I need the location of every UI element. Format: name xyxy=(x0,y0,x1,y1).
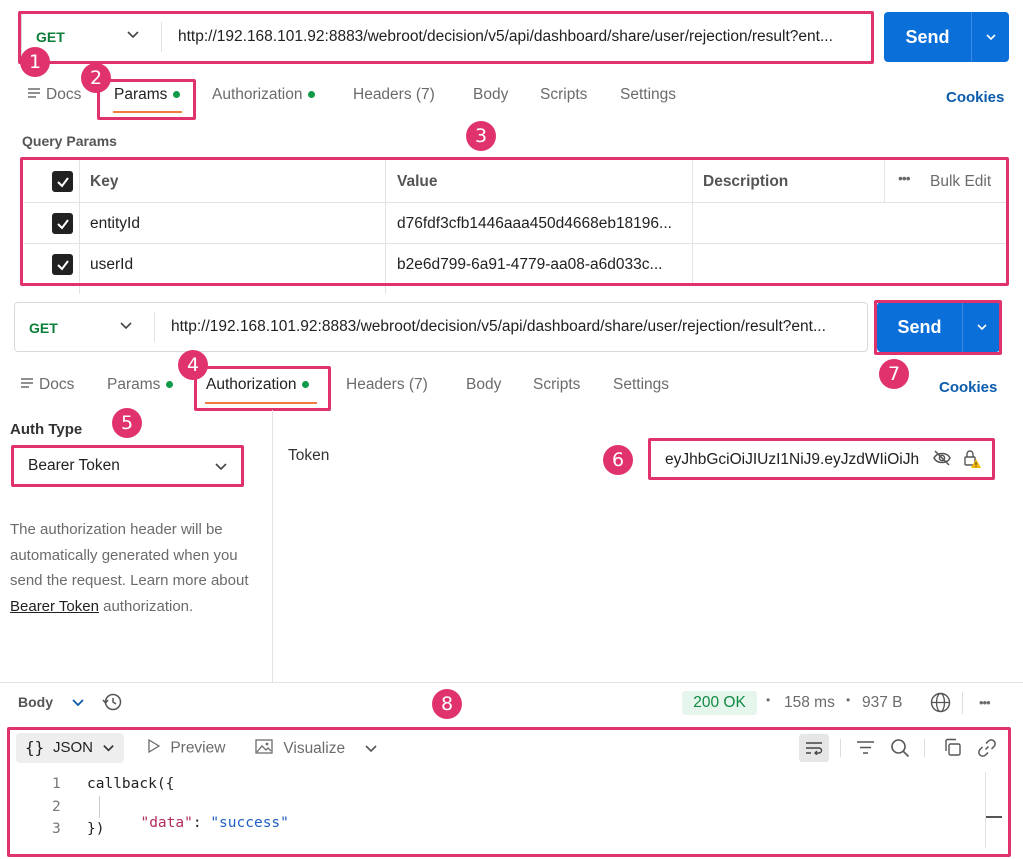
tab-label: Scripts xyxy=(533,376,581,393)
chevron-down-icon[interactable] xyxy=(971,12,1009,62)
status-badge: 200 OK xyxy=(682,691,757,715)
docs-icon xyxy=(20,376,34,394)
status-dot xyxy=(308,91,316,99)
highlight-1 xyxy=(18,11,874,64)
cookies-link-1[interactable]: Cookies xyxy=(946,89,1004,106)
tab-label: Body xyxy=(473,86,509,103)
tab-label: Headers (7) xyxy=(346,376,428,393)
send-label: Send xyxy=(905,26,950,47)
tab-docs[interactable]: Docs xyxy=(27,86,81,104)
callout-4: 4 xyxy=(178,350,208,380)
auth-description: The authorization header will be automat… xyxy=(10,517,266,619)
url-input-2[interactable]: http://192.168.101.92:8883/webroot/decis… xyxy=(171,318,861,336)
tab-scripts[interactable]: Scripts xyxy=(540,86,587,104)
divider xyxy=(154,312,155,342)
tab-scripts[interactable]: Scripts xyxy=(533,376,580,394)
bearer-token-link[interactable]: Bearer Token xyxy=(10,598,99,615)
method-select-2[interactable]: GET xyxy=(29,320,139,336)
highlight-7 xyxy=(874,300,1002,355)
tab-label: Scripts xyxy=(540,86,588,103)
response-body-toggle[interactable]: Body xyxy=(18,694,85,712)
callout-8: 8 xyxy=(432,689,462,719)
more-options-icon[interactable]: ••• xyxy=(979,695,991,710)
tab-authorization[interactable]: Authorization xyxy=(212,86,316,104)
tab-params[interactable]: Params xyxy=(107,376,174,394)
tab-body[interactable]: Body xyxy=(473,86,508,104)
tab-headers[interactable]: Headers (7) xyxy=(346,376,428,394)
highlight-3 xyxy=(20,157,1009,286)
auth-description-suffix: authorization. xyxy=(98,597,194,615)
query-params-title: Query Params xyxy=(22,133,117,149)
tab-label: Params xyxy=(107,376,161,393)
auth-description-text: The authorization header will be automat… xyxy=(10,521,249,589)
tab-body[interactable]: Body xyxy=(466,376,501,394)
tab-settings[interactable]: Settings xyxy=(620,86,676,104)
docs-icon xyxy=(27,86,41,104)
tab-label: Docs xyxy=(46,86,82,104)
callout-1: 1 xyxy=(20,47,50,77)
method-label: GET xyxy=(29,320,58,336)
highlight-2 xyxy=(97,79,196,120)
send-button-1[interactable]: Send xyxy=(884,12,1009,62)
token-label: Token xyxy=(288,447,330,464)
response-divider xyxy=(0,682,1023,683)
tab-headers[interactable]: Headers (7) xyxy=(353,86,435,104)
separator-dot: • xyxy=(766,693,771,707)
tab-label: Docs xyxy=(39,376,75,394)
tab-label: Body xyxy=(466,376,502,393)
tab-docs[interactable]: Docs xyxy=(20,376,74,394)
history-icon[interactable] xyxy=(102,692,122,716)
highlight-5 xyxy=(11,445,244,487)
cookies-link-2[interactable]: Cookies xyxy=(939,379,997,396)
response-time: 158 ms xyxy=(784,694,835,711)
tab-label: Authorization xyxy=(212,86,303,103)
callout-3: 3 xyxy=(466,121,496,151)
divider xyxy=(962,692,963,714)
chevron-down-icon xyxy=(119,318,133,335)
globe-icon[interactable] xyxy=(930,692,951,717)
response-size: 937 B xyxy=(862,694,903,711)
auth-panel-divider xyxy=(272,410,273,682)
highlight-6 xyxy=(648,438,995,480)
tab-settings[interactable]: Settings xyxy=(613,376,669,394)
separator-dot: • xyxy=(846,693,851,707)
tab-label: Settings xyxy=(620,86,677,103)
callout-6: 6 xyxy=(603,445,633,475)
callout-2: 2 xyxy=(81,63,111,93)
callout-7: 7 xyxy=(879,359,909,389)
highlight-4 xyxy=(194,366,331,411)
tab-label: Settings xyxy=(613,376,670,393)
chevron-down-icon xyxy=(71,696,85,712)
body-label: Body xyxy=(18,694,53,710)
highlight-8 xyxy=(7,727,1011,857)
tab-label: Headers (7) xyxy=(353,86,435,103)
status-dot xyxy=(166,381,174,389)
auth-type-label: Auth Type xyxy=(10,421,83,438)
callout-5: 5 xyxy=(112,408,142,438)
